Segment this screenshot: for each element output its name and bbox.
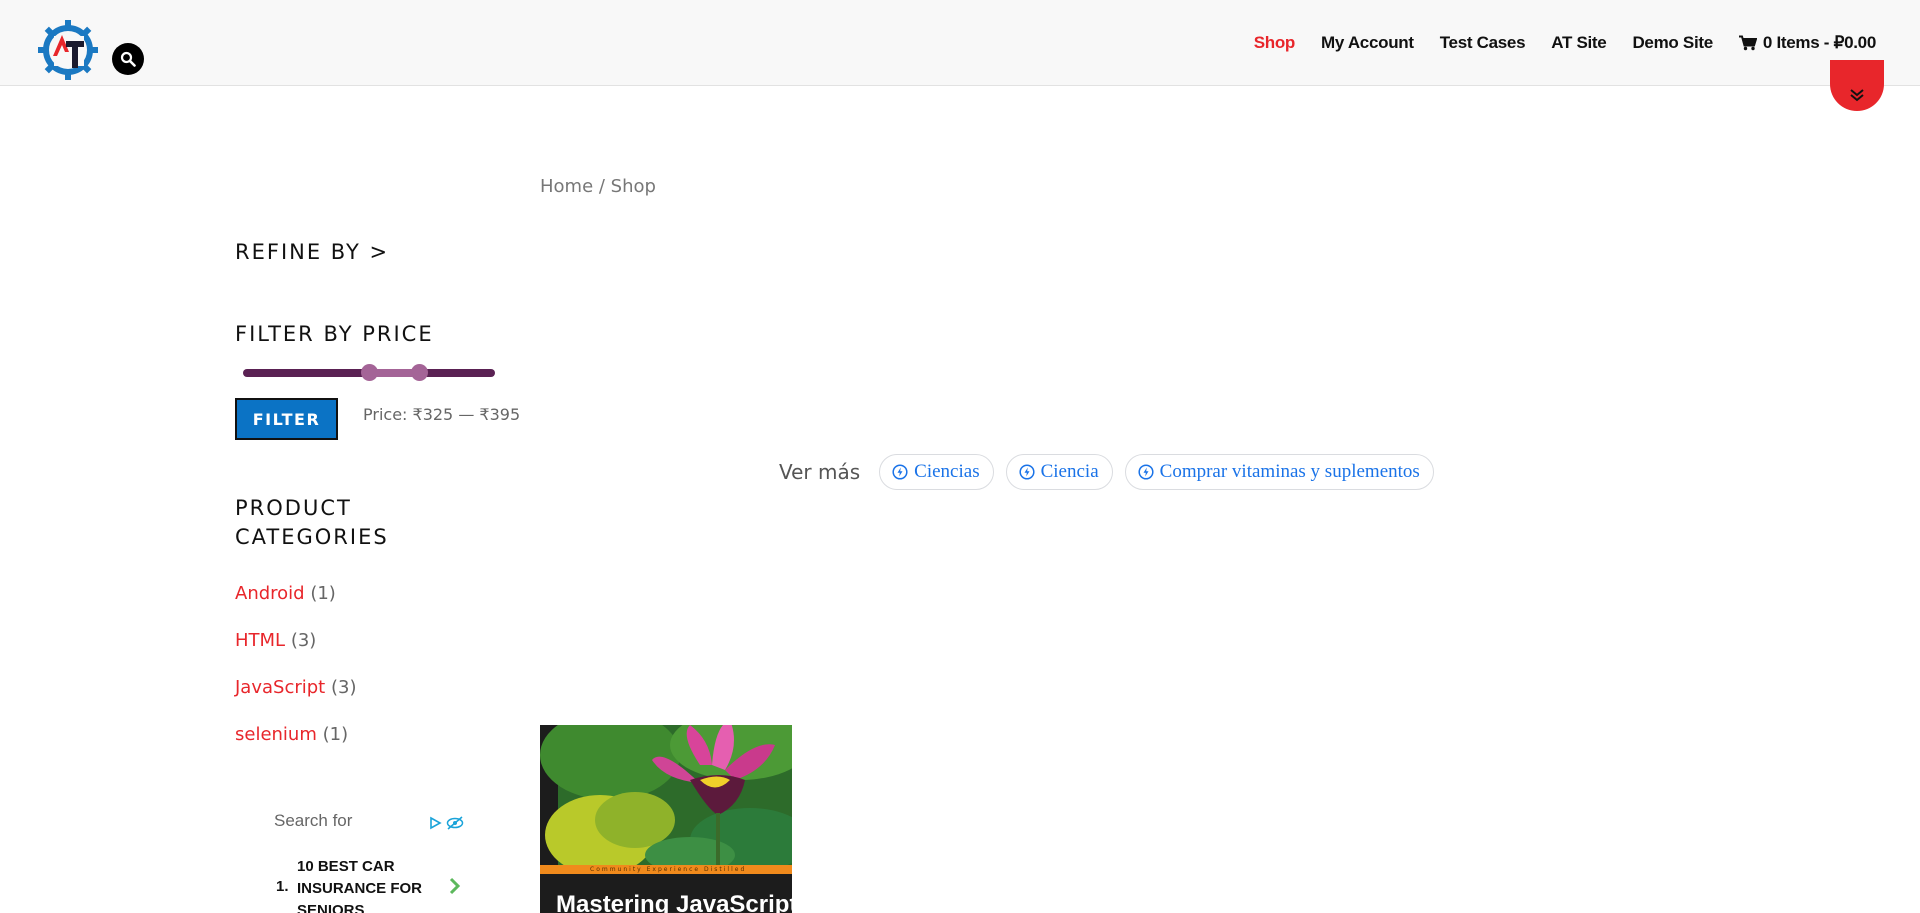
product-categories-heading: PRODUCT CATEGORIES — [235, 496, 389, 549]
cover-strip-text: Community Experience Distilled — [590, 866, 747, 873]
category-count: (3) — [330, 677, 357, 698]
hide-ad-icon[interactable] — [446, 816, 464, 830]
ad-item-number: 1. — [276, 878, 289, 895]
category-count: (1) — [310, 583, 336, 604]
category-link-html[interactable]: HTML — [235, 630, 285, 651]
filter-by-price-heading: FILTER BY PRICE — [235, 322, 434, 346]
cart-summary: 0 Items - ₽0.00 — [1762, 33, 1876, 52]
site-header: Shop My Account Test Cases AT Site Demo … — [0, 0, 1920, 86]
bolt-circle-icon — [1138, 464, 1154, 480]
search-icon — [120, 51, 136, 67]
price-range-slider[interactable] — [243, 364, 495, 381]
nav-my-account[interactable]: My Account — [1321, 33, 1414, 53]
chip-label: Ciencias — [914, 461, 980, 482]
nav-at-site[interactable]: AT Site — [1551, 33, 1607, 53]
chip-label: Comprar vitaminas y suplementos — [1159, 461, 1420, 482]
chip-label: Ciencia — [1040, 461, 1099, 482]
adchoices-icon — [430, 816, 442, 830]
category-link-javascript[interactable]: JavaScript — [235, 677, 325, 698]
ad-block[interactable]: Search for 1. 10 BEST CAR INSURANCE FOR … — [265, 805, 475, 913]
slider-max-handle[interactable] — [411, 364, 429, 381]
cart-icon — [1738, 35, 1757, 51]
nav-shop[interactable]: Shop — [1254, 33, 1296, 53]
slider-min-handle[interactable] — [361, 364, 378, 381]
price-range-label: Price: ₹325 — ₹395 — [363, 405, 521, 424]
chevron-right-icon[interactable] — [449, 877, 461, 895]
category-count: (1) — [322, 724, 349, 745]
category-link-selenium[interactable]: selenium — [235, 724, 317, 745]
category-item: selenium (1) — [235, 724, 356, 771]
category-item: JavaScript (3) — [235, 677, 356, 724]
related-searches: Ver más Ciencias Ciencia Comprar vitamin… — [779, 454, 1434, 490]
bolt-circle-icon — [1019, 464, 1035, 480]
breadcrumb[interactable]: Home / Shop — [540, 176, 656, 197]
nav-demo-site[interactable]: Demo Site — [1632, 33, 1713, 53]
filter-button[interactable]: FILTER — [235, 398, 338, 440]
bolt-circle-icon — [892, 464, 908, 480]
ver-mas-label: Ver más — [779, 460, 861, 484]
double-chevron-down-icon — [1850, 89, 1864, 102]
nav-cart[interactable]: 0 Items - ₽0.00 — [1738, 33, 1876, 53]
product-card-mastering-javascript[interactable]: Community Experience Distilled Mastering… — [540, 725, 792, 913]
chip-ciencia[interactable]: Ciencia — [1005, 454, 1113, 490]
ad-search-label: Search for — [274, 811, 353, 830]
category-item: Android (1) — [235, 583, 356, 630]
product-cover-image — [540, 725, 792, 865]
scroll-down-button[interactable] — [1830, 60, 1884, 111]
category-count: (3) — [290, 630, 317, 651]
ad-choices[interactable] — [428, 816, 464, 830]
chip-comprar-vitaminas[interactable]: Comprar vitaminas y suplementos — [1124, 454, 1434, 490]
ad-item-text[interactable]: 10 BEST CAR INSURANCE FOR SENIORS — [297, 856, 422, 913]
main-nav: Shop My Account Test Cases AT Site Demo … — [1254, 33, 1877, 53]
search-button[interactable] — [112, 43, 144, 75]
category-list: Android (1) HTML (3) JavaScript (3) sele… — [235, 583, 356, 771]
site-logo[interactable] — [36, 18, 100, 82]
refine-by-heading: REFINE BY > — [235, 240, 390, 264]
chip-ciencias[interactable]: Ciencias — [879, 454, 994, 490]
product-cover-title: Mastering JavaScript — [556, 891, 792, 913]
nav-test-cases[interactable]: Test Cases — [1440, 33, 1526, 53]
category-link-android[interactable]: Android — [235, 583, 305, 604]
category-item: HTML (3) — [235, 630, 356, 677]
